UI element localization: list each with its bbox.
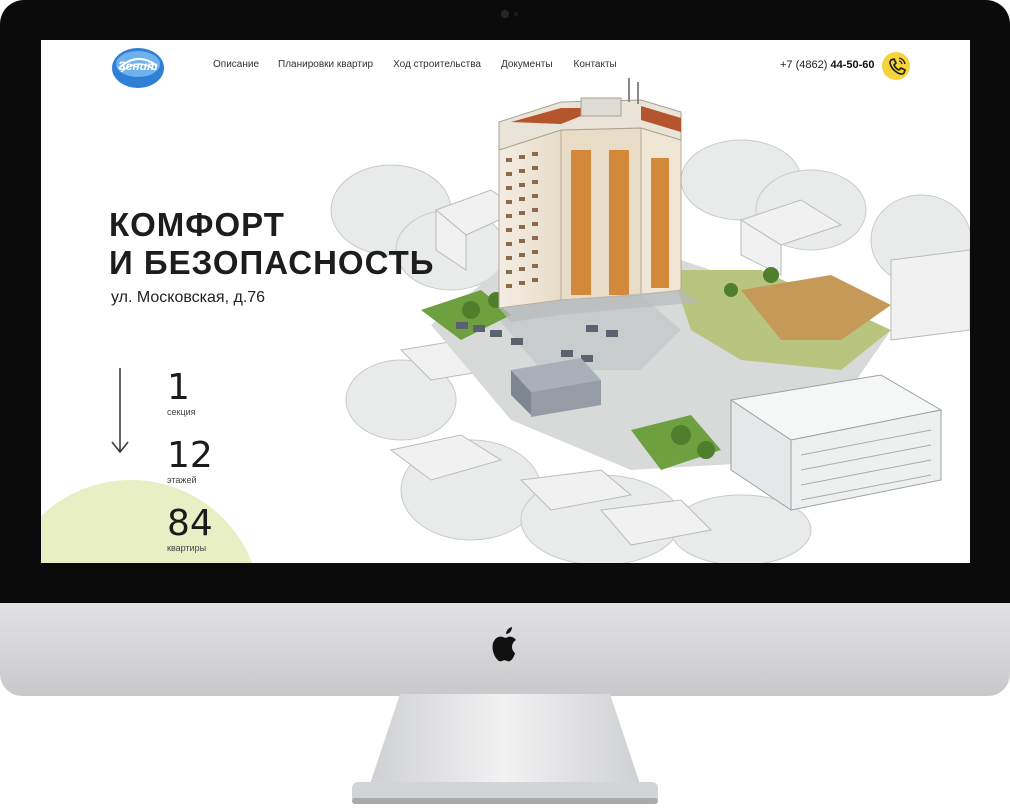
nav-link-floor-plans[interactable]: Планировки квартир xyxy=(278,59,373,70)
phone-main: 44-50-60 xyxy=(830,59,875,71)
camera-led xyxy=(514,12,518,16)
apple-logo-icon xyxy=(492,627,516,662)
stat-sections-label: секция xyxy=(167,407,196,417)
camera-icon xyxy=(501,10,509,18)
headline-line-1: КОМФОРТ xyxy=(109,206,285,243)
stat-sections-value: 1 xyxy=(167,367,190,408)
nav-link-contacts[interactable]: Контакты xyxy=(574,59,617,70)
phone-icon xyxy=(889,57,906,75)
stat-floors-label: этажей xyxy=(167,475,197,485)
monitor-stand xyxy=(352,694,658,804)
address-text: ул. Московская, д.76 xyxy=(111,289,266,306)
website-screen: Зенит Описание Планировки квартир Ход ст… xyxy=(41,40,970,563)
nav-link-description[interactable]: Описание xyxy=(213,59,259,70)
nav-link-construction[interactable]: Ход строительства xyxy=(393,59,481,70)
stat-apartments-value: 84 xyxy=(167,503,213,544)
phone-prefix: +7 (4862) xyxy=(780,59,831,71)
stat-apartments-label: квартиры xyxy=(167,543,207,553)
stat-floors-value: 12 xyxy=(167,435,213,476)
callback-button[interactable] xyxy=(882,52,910,80)
imac-mockup: Зенит Описание Планировки квартир Ход ст… xyxy=(0,0,1010,810)
phone-number[interactable]: +7 (4862) 44-50-60 xyxy=(780,59,875,71)
hero-headline: КОМФОРТ И БЕЗОПАСНОСТЬ xyxy=(109,206,434,282)
logo-text: Зенит xyxy=(118,59,158,73)
arrow-down-icon[interactable] xyxy=(111,368,129,454)
main-nav: Описание Планировки квартир Ход строител… xyxy=(213,59,617,70)
headline-line-2: И БЕЗОПАСНОСТЬ xyxy=(109,244,435,281)
nav-link-documents[interactable]: Документы xyxy=(501,59,553,70)
